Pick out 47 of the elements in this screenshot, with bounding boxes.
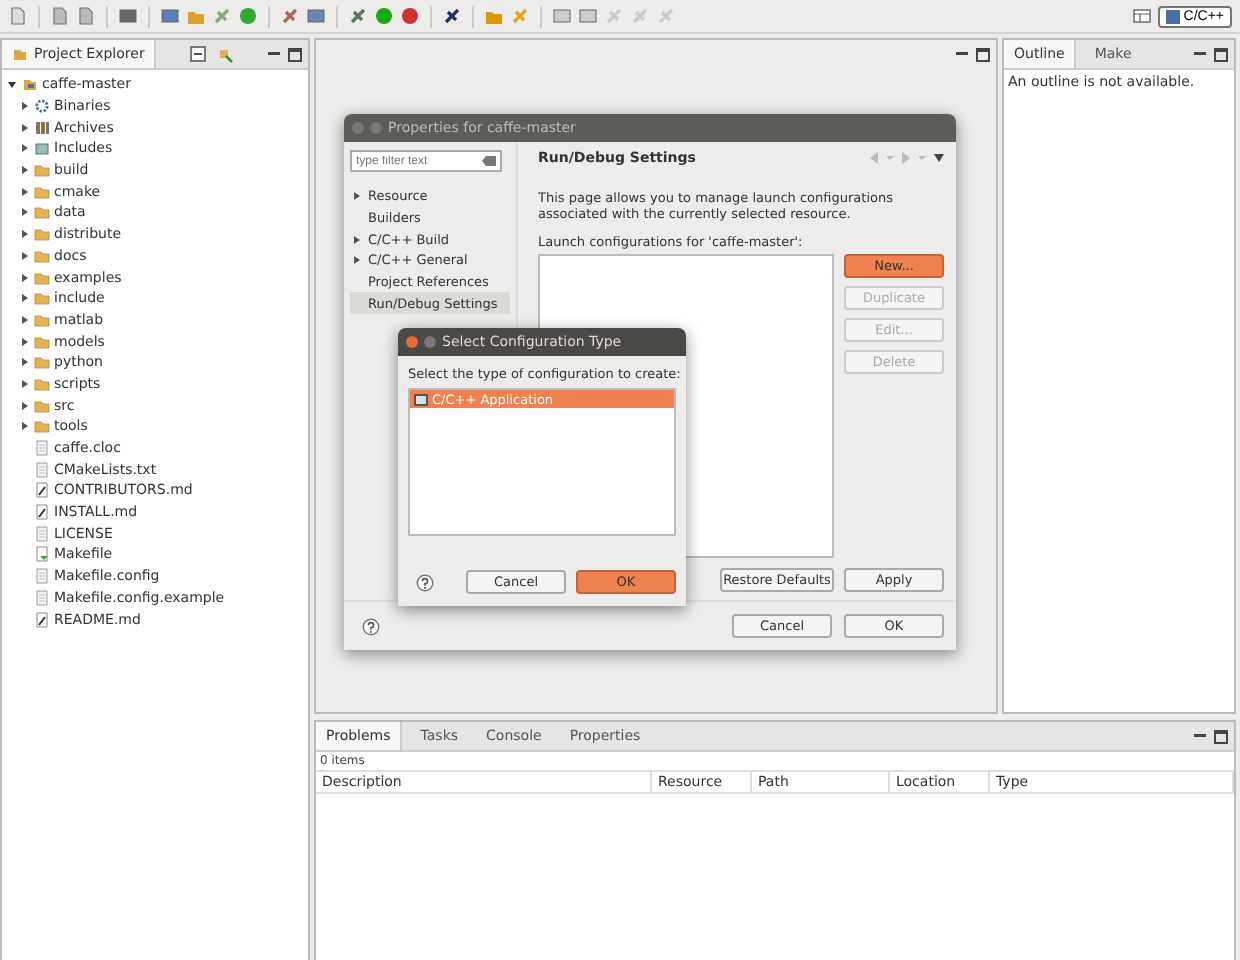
expand-arrow[interactable] [22, 187, 28, 196]
expand-arrow[interactable] [22, 358, 28, 367]
project-icon [22, 76, 38, 93]
menu-icon[interactable] [934, 154, 944, 162]
books-icon [34, 119, 50, 136]
help-icon[interactable] [416, 573, 434, 591]
edit-file-icon [34, 504, 50, 521]
minimize-icon[interactable] [954, 48, 970, 60]
open-perspective-icon[interactable] [1131, 6, 1152, 26]
file-icon [34, 461, 50, 478]
link-icon[interactable] [215, 44, 236, 64]
expand-arrow[interactable] [22, 273, 28, 282]
expand-arrow[interactable] [8, 81, 16, 88]
expand-arrow[interactable] [22, 315, 28, 324]
maximize-icon[interactable] [976, 47, 990, 61]
collapse-all-icon[interactable] [187, 44, 208, 64]
minimize-icon[interactable] [265, 48, 282, 60]
expand-arrow[interactable] [22, 166, 28, 175]
expand-arrow[interactable] [22, 144, 28, 153]
expand-arrow[interactable] [22, 123, 28, 132]
folder-icon [12, 46, 28, 62]
minimize-icon[interactable] [1192, 48, 1208, 60]
file-icon [34, 440, 50, 457]
window-icon[interactable] [160, 6, 180, 26]
edit-file-icon [34, 611, 50, 628]
expand-arrow[interactable] [22, 337, 28, 346]
makefile-icon [34, 546, 50, 563]
expand-arrow[interactable] [22, 208, 28, 217]
application-icon [414, 393, 428, 405]
expand-arrow[interactable] [22, 230, 28, 239]
help-icon[interactable] [362, 617, 380, 635]
expand-arrow[interactable] [22, 294, 28, 303]
expand-arrow[interactable] [22, 251, 28, 260]
maximize-icon[interactable] [1214, 729, 1228, 743]
file-icon [34, 589, 50, 606]
expand-arrow[interactable] [22, 379, 28, 388]
maximize-icon[interactable] [1214, 47, 1228, 61]
expand-arrow[interactable] [22, 422, 28, 431]
expand-arrow[interactable] [22, 401, 28, 410]
square-icon [1165, 9, 1180, 23]
expand-arrow[interactable] [22, 102, 28, 111]
file-icon [34, 568, 50, 585]
file-icon [34, 525, 50, 542]
edit-file-icon [34, 482, 50, 499]
minimize-icon[interactable] [1192, 730, 1208, 742]
gear-icon [34, 98, 50, 115]
maximize-icon[interactable] [287, 47, 302, 61]
